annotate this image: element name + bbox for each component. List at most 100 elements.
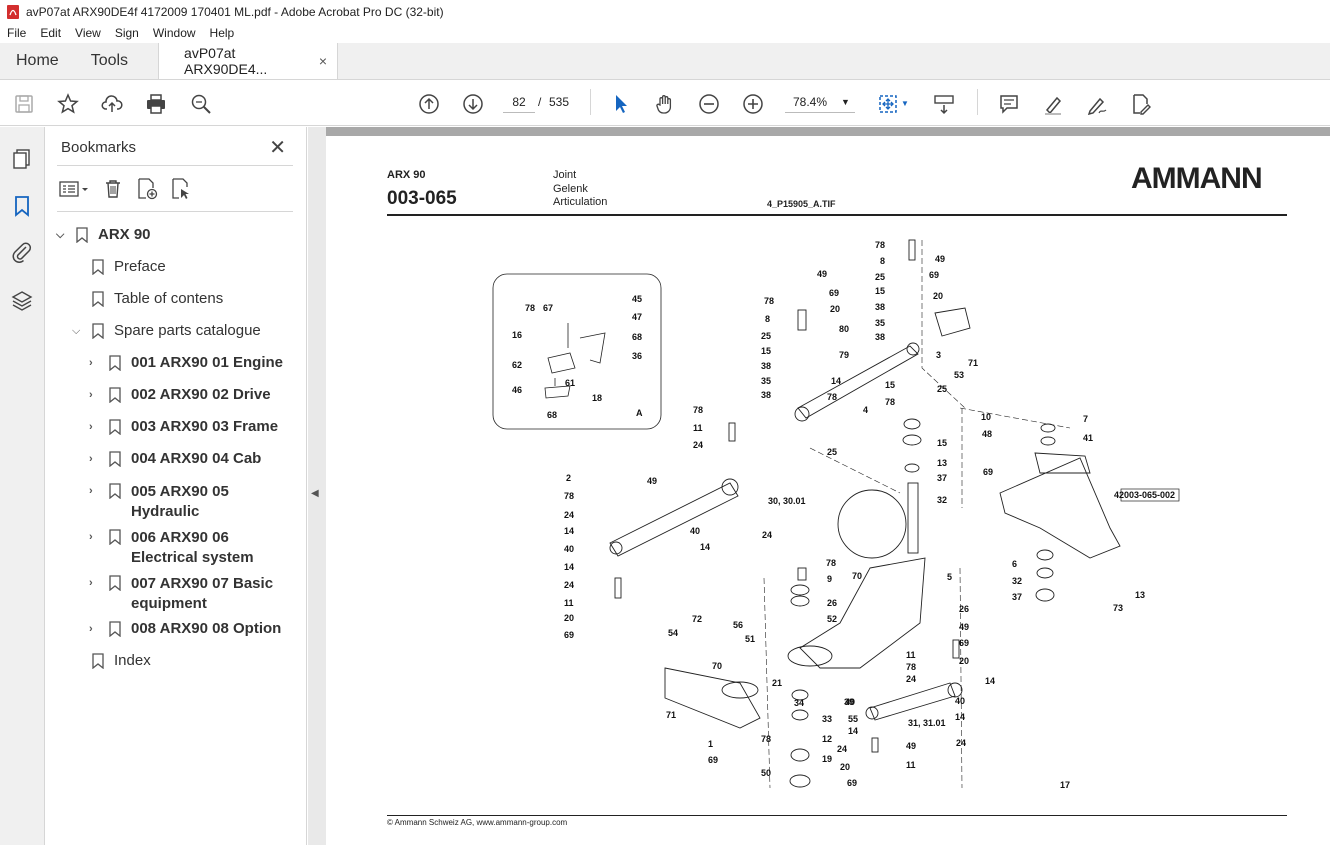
search-zoom-icon[interactable] bbox=[189, 92, 213, 116]
callout-number: 49 bbox=[817, 269, 827, 279]
page-thumbnails-icon[interactable] bbox=[10, 147, 34, 171]
tab-home[interactable]: Home bbox=[0, 43, 75, 79]
callout-number: 46 bbox=[512, 385, 522, 395]
chevron-right-icon[interactable]: › bbox=[89, 531, 103, 543]
select-cursor-icon[interactable] bbox=[609, 92, 633, 116]
callout-number: 78 bbox=[875, 240, 885, 250]
bookmark-preface[interactable]: Preface bbox=[72, 258, 166, 275]
callout-number: 12 bbox=[822, 734, 832, 744]
delete-bookmark-icon[interactable] bbox=[101, 177, 125, 201]
chevron-right-icon[interactable]: › bbox=[89, 357, 103, 369]
star-icon[interactable] bbox=[56, 92, 80, 116]
callout-number: 47 bbox=[632, 312, 642, 322]
callout-number: 37 bbox=[1012, 592, 1022, 602]
chevron-right-icon[interactable]: › bbox=[89, 389, 103, 401]
callout-number: 38 bbox=[875, 332, 885, 342]
bookmark-arx-90[interactable]: ⌵ ARX 90 bbox=[56, 226, 151, 243]
zoom-in-icon[interactable] bbox=[741, 92, 765, 116]
left-navigation-rail bbox=[0, 127, 45, 845]
tab-document[interactable]: avP07at ARX90DE4... × bbox=[158, 43, 339, 79]
callout-number: 25 bbox=[937, 384, 947, 394]
chevron-right-icon[interactable]: › bbox=[89, 623, 103, 635]
bookmark-003-frame[interactable]: › 003 ARX90 03 Frame bbox=[89, 418, 278, 435]
comment-icon[interactable] bbox=[997, 92, 1021, 116]
callout-number: 49 bbox=[906, 741, 916, 751]
callout-number: 45 bbox=[632, 294, 642, 304]
upload-cloud-icon[interactable] bbox=[100, 92, 124, 116]
new-bookmark-icon[interactable] bbox=[135, 177, 159, 201]
detail-a-label: A bbox=[636, 408, 643, 418]
callout-number: 40 bbox=[845, 697, 855, 707]
close-icon[interactable]: ✕ bbox=[269, 135, 286, 160]
menu-file[interactable]: File bbox=[0, 26, 33, 40]
callout-number: 72 bbox=[692, 614, 702, 624]
options-menu-icon[interactable] bbox=[57, 177, 91, 201]
bookmark-004-cab[interactable]: › 004 ARX90 04 Cab bbox=[89, 450, 261, 467]
doc-desc-fr: Articulation bbox=[553, 196, 608, 208]
print-icon[interactable] bbox=[144, 92, 168, 116]
callout-number: 69 bbox=[564, 630, 574, 640]
bookmark-label: 008 ARX90 08 Option bbox=[131, 620, 282, 637]
highlight-pen-icon[interactable] bbox=[1041, 92, 1065, 116]
bookmark-table-of-contents[interactable]: Table of contens bbox=[72, 290, 223, 307]
bookmark-search-icon[interactable] bbox=[169, 177, 193, 201]
chevron-right-icon[interactable]: › bbox=[89, 453, 103, 465]
bookmark-001-engine[interactable]: › 001 ARX90 01 Engine bbox=[89, 354, 283, 371]
menu-edit[interactable]: Edit bbox=[33, 26, 68, 40]
callout-number: 1 bbox=[708, 739, 713, 749]
frame-parts bbox=[609, 239, 1121, 788]
sign-pen-icon[interactable] bbox=[1085, 92, 1109, 116]
fit-page-icon[interactable] bbox=[876, 92, 900, 116]
callout-number: 34 bbox=[794, 698, 804, 708]
bookmark-spare-parts-catalogue[interactable]: ⌵ Spare parts catalogue bbox=[72, 322, 261, 339]
bookmark-label: Spare parts catalogue bbox=[114, 322, 261, 339]
attachments-icon[interactable] bbox=[10, 240, 34, 264]
chevron-right-icon[interactable]: › bbox=[89, 485, 103, 497]
callout-number: 5 bbox=[947, 572, 952, 582]
bookmark-label: 007 ARX90 07 Basic equipment bbox=[131, 575, 274, 612]
bookmark-flag-icon bbox=[92, 259, 104, 275]
chevron-down-icon[interactable]: ⌵ bbox=[72, 325, 86, 338]
panel-divider bbox=[57, 211, 293, 212]
page-number-input[interactable]: 82 bbox=[503, 91, 535, 113]
zoom-out-icon[interactable] bbox=[697, 92, 721, 116]
menu-window[interactable]: Window bbox=[146, 26, 203, 40]
next-page-icon[interactable] bbox=[461, 92, 485, 116]
menu-view[interactable]: View bbox=[68, 26, 108, 40]
callout-number: 11 bbox=[906, 760, 916, 770]
page-separator: / bbox=[538, 95, 542, 109]
bookmark-index[interactable]: Index bbox=[72, 652, 151, 669]
callout-number: 73 bbox=[1113, 603, 1123, 613]
save-icon[interactable] bbox=[12, 92, 36, 116]
callout-number: 17 bbox=[1060, 780, 1070, 790]
previous-page-icon[interactable] bbox=[417, 92, 441, 116]
hand-tool-icon[interactable] bbox=[653, 92, 677, 116]
callout-number: 55 bbox=[848, 714, 858, 724]
menu-help[interactable]: Help bbox=[203, 26, 242, 40]
bookmark-005-hydraulic[interactable]: › 005 ARX90 05 Hydraulic bbox=[89, 482, 289, 522]
bookmark-002-drive[interactable]: › 002 ARX90 02 Drive bbox=[89, 386, 271, 403]
chevron-down-icon[interactable]: ⌵ bbox=[56, 229, 70, 242]
chevron-right-icon[interactable]: › bbox=[89, 421, 103, 433]
layers-icon[interactable] bbox=[10, 289, 34, 313]
bookmark-flag-icon bbox=[109, 355, 121, 371]
tab-close-icon[interactable]: × bbox=[319, 53, 327, 69]
collapse-panel-icon[interactable]: ◀ bbox=[311, 488, 319, 499]
keyboard-scroll-icon[interactable] bbox=[932, 92, 956, 116]
tab-tools[interactable]: Tools bbox=[75, 43, 144, 79]
callout-number: 31, 31.01 bbox=[908, 718, 946, 728]
fit-page-chevron-icon[interactable]: ▼ bbox=[901, 99, 909, 108]
callout-number: 78 bbox=[827, 392, 837, 402]
zoom-select[interactable]: 78.4% ▼ bbox=[785, 91, 855, 113]
edit-document-icon[interactable] bbox=[1129, 92, 1153, 116]
menu-sign[interactable]: Sign bbox=[108, 26, 146, 40]
callout-number: 38 bbox=[761, 390, 771, 400]
callout-number: 52 bbox=[827, 614, 837, 624]
chevron-right-icon[interactable]: › bbox=[89, 577, 103, 589]
title-bar: avP07at ARX90DE4f 4172009 170401 ML.pdf … bbox=[0, 0, 1330, 24]
bookmark-008-option[interactable]: › 008 ARX90 08 Option bbox=[89, 620, 281, 637]
bookmark-006-electrical[interactable]: › 006 ARX90 06 Electrical system bbox=[89, 528, 289, 568]
bookmark-007-basic-equipment[interactable]: › 007 ARX90 07 Basic equipment bbox=[89, 574, 289, 614]
bookmarks-icon[interactable] bbox=[10, 194, 34, 218]
callout-number: 56 bbox=[733, 620, 743, 630]
